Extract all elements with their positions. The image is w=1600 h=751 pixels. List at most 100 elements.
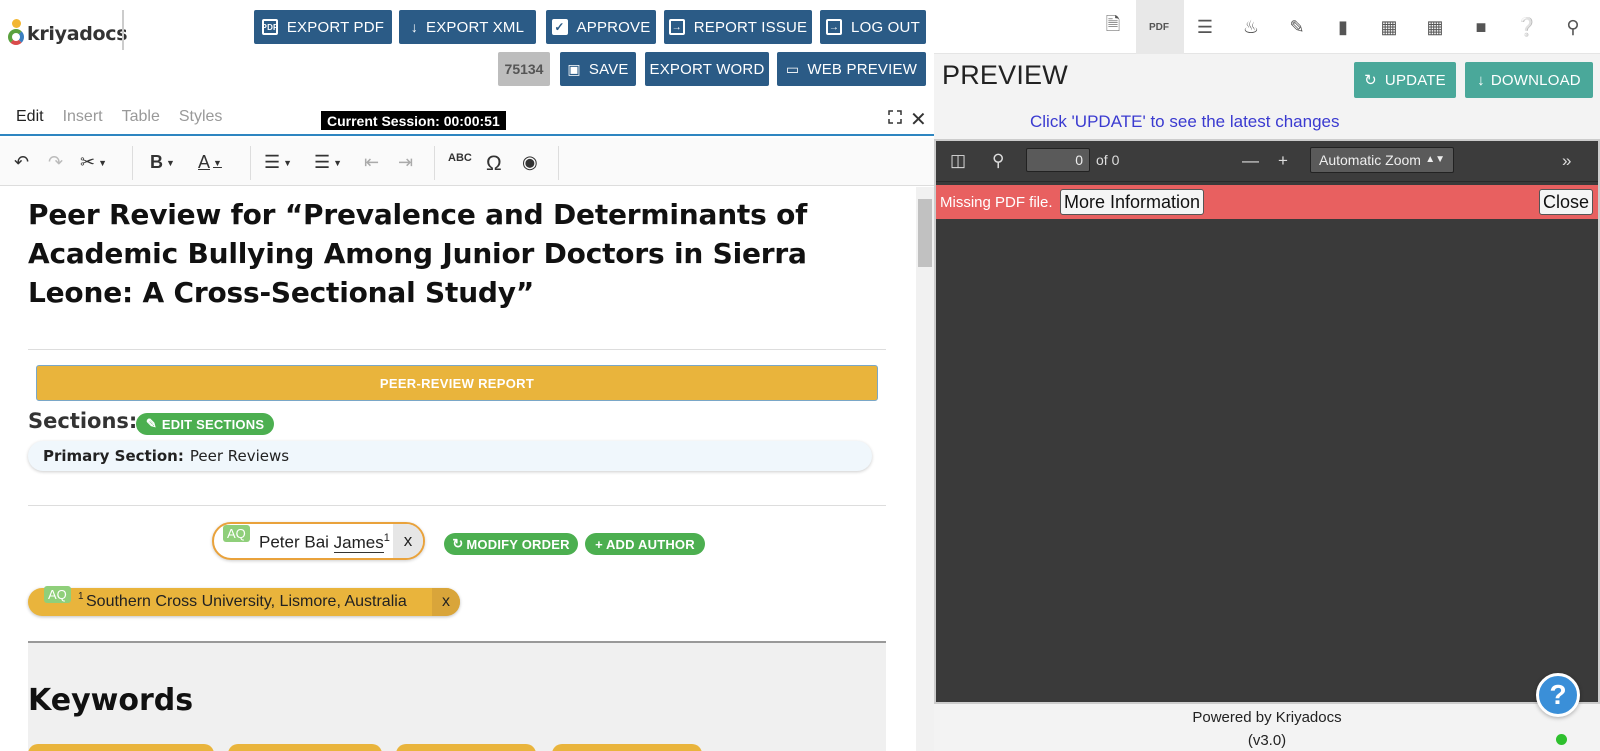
primary-section-row[interactable]: Primary Section: Peer Reviews: [28, 441, 872, 471]
laptop-icon: ▭: [785, 60, 800, 77]
undo-icon[interactable]: ↶: [14, 152, 29, 173]
close-icon[interactable]: ✕: [910, 107, 927, 132]
keyword-chip[interactable]: [28, 744, 214, 751]
chevron-updown-icon: ▲▼: [1425, 154, 1445, 165]
cut-icon[interactable]: ✂ ▼: [80, 152, 107, 173]
update-button[interactable]: ↻ UPDATE: [1354, 62, 1456, 98]
kriyadocs-logo: kriyadocs: [8, 14, 128, 54]
refresh-icon: ↻: [452, 536, 464, 551]
toolbar-separator: [132, 146, 133, 180]
primary-section-label: Primary Section:: [43, 447, 184, 465]
remove-affiliation-button[interactable]: x: [432, 588, 460, 616]
help-icon[interactable]: ❔: [1516, 16, 1538, 38]
affiliation-query-badge[interactable]: AQ: [44, 586, 71, 603]
arrow-down-icon: ↓: [410, 19, 419, 35]
spellcheck-icon[interactable]: ABC: [448, 152, 472, 164]
keyword-chip[interactable]: [396, 744, 536, 751]
notes-icon[interactable]: ✎: [1286, 16, 1308, 38]
checkbox-icon: ✓: [551, 19, 568, 35]
document-canvas[interactable]: Peer Review for “Prevalence and Determin…: [0, 187, 916, 751]
indent-icon[interactable]: ⇥: [398, 152, 413, 173]
sections-label: Sections:: [28, 409, 138, 433]
pdf-viewer: ◫ ⚲ 0 of 0 — + Automatic Zoom ▲▼ » Missin…: [934, 139, 1600, 704]
export-xml-label: EXPORT XML: [426, 18, 525, 36]
add-author-button[interactable]: + ADD AUTHOR: [585, 533, 705, 555]
table-icon[interactable]: ▦: [1424, 16, 1446, 38]
keywords-heading: Keywords: [28, 683, 194, 718]
edit-sections-label: EDIT SECTIONS: [161, 416, 265, 432]
tab-edit[interactable]: Edit: [16, 108, 44, 126]
download-label: DOWNLOAD: [1490, 71, 1581, 89]
document-scrollbar[interactable]: [916, 187, 934, 751]
approve-label: APPROVE: [576, 18, 651, 36]
tab-styles[interactable]: Styles: [179, 108, 223, 126]
list-icon[interactable]: ☰: [1194, 16, 1216, 38]
divider: [28, 505, 886, 506]
export-word-button[interactable]: EXPORT WORD: [645, 52, 769, 86]
folder-icon[interactable]: ■: [1470, 16, 1492, 38]
save-button[interactable]: ▣ SAVE: [560, 52, 636, 86]
divider: [28, 349, 886, 350]
special-char-icon[interactable]: Ω: [486, 152, 502, 176]
word-doc-icon[interactable]: 🗎: [1102, 14, 1124, 38]
affiliation-chip[interactable]: AQ 1 Southern Cross University, Lismore, …: [28, 586, 460, 616]
web-preview-label: WEB PREVIEW: [807, 60, 918, 78]
close-error-button[interactable]: Close: [1539, 189, 1594, 215]
report-icon: →: [668, 19, 685, 35]
bullet-list-icon[interactable]: ☰ ▼: [264, 152, 292, 173]
find-icon[interactable]: ⚲: [992, 151, 1004, 171]
search-icon[interactable]: ⚲: [1562, 16, 1584, 38]
export-xml-button[interactable]: ↓ EXPORT XML: [399, 10, 536, 44]
peer-review-report-bar[interactable]: PEER-REVIEW REPORT: [36, 365, 878, 401]
bold-icon[interactable]: B ▼: [150, 152, 175, 173]
affiliation-text[interactable]: 1 Southern Cross University, Lismore, Aus…: [78, 591, 407, 611]
author-chip[interactable]: AQ Peter Bai James1 x: [212, 522, 425, 560]
zoom-out-icon[interactable]: —: [1242, 151, 1259, 171]
tab-table[interactable]: Table: [122, 108, 160, 126]
book-icon[interactable]: ▮: [1332, 16, 1354, 38]
pdf-icon[interactable]: PDF: [1148, 16, 1170, 38]
text-color-icon[interactable]: A ▼: [198, 152, 222, 173]
sidebar-toggle-icon[interactable]: ◫: [950, 151, 966, 171]
page-number-input[interactable]: 0: [1026, 148, 1090, 172]
numbered-list-icon[interactable]: ☰ ▼: [314, 152, 342, 173]
update-hint: Click 'UPDATE' to see the latest changes: [1030, 112, 1340, 131]
author-affiliation-ref: 1: [383, 532, 390, 544]
powered-by: Powered by Kriyadocs: [1192, 709, 1342, 726]
outdent-icon[interactable]: ⇤: [364, 152, 379, 173]
toolbar-separator: [434, 146, 435, 180]
zoom-in-icon[interactable]: +: [1278, 151, 1288, 171]
author-name[interactable]: Peter Bai James1: [259, 532, 390, 553]
remove-author-button[interactable]: x: [393, 524, 423, 558]
more-information-button[interactable]: More Information: [1060, 189, 1205, 215]
bell-icon[interactable]: ♨: [1240, 16, 1262, 38]
redo-icon[interactable]: ↷: [48, 152, 63, 173]
modify-order-button[interactable]: ↻ MODIFY ORDER: [444, 533, 578, 555]
refresh-icon: ↻: [1364, 72, 1377, 89]
more-tools-icon[interactable]: »: [1562, 151, 1571, 171]
edit-sections-button[interactable]: ✎ EDIT SECTIONS: [136, 413, 274, 435]
report-issue-button[interactable]: → REPORT ISSUE: [664, 10, 812, 44]
preview-eye-icon[interactable]: ◉: [522, 152, 538, 173]
log-out-button[interactable]: → LOG OUT: [820, 10, 926, 44]
logo-mark-icon: [8, 19, 24, 49]
web-preview-button[interactable]: ▭ WEB PREVIEW: [777, 52, 926, 86]
author-query-badge[interactable]: AQ: [223, 525, 250, 542]
logo-divider: [122, 10, 124, 50]
image-icon[interactable]: ▦: [1378, 16, 1400, 38]
help-button[interactable]: ?: [1536, 673, 1580, 717]
log-out-label: LOG OUT: [851, 18, 920, 36]
zoom-value: Automatic Zoom: [1319, 152, 1421, 168]
fullscreen-icon[interactable]: [888, 110, 902, 124]
version: (v3.0): [1247, 732, 1287, 749]
scrollbar-thumb[interactable]: [918, 199, 932, 267]
tab-insert[interactable]: Insert: [63, 108, 103, 126]
approve-button[interactable]: ✓ APPROVE: [546, 10, 656, 44]
keyword-chip[interactable]: [552, 744, 702, 751]
article-title[interactable]: Peer Review for “Prevalence and Determin…: [28, 195, 898, 312]
export-pdf-button[interactable]: PDF EXPORT PDF: [254, 10, 392, 44]
keyword-chip[interactable]: [228, 744, 382, 751]
zoom-select[interactable]: Automatic Zoom ▲▼: [1310, 147, 1454, 173]
download-button[interactable]: ↓ DOWNLOAD: [1465, 62, 1593, 98]
right-icon-bar: 🗎 PDF ☰ ♨ ✎ ▮ ▦ ▦ ■ ❔ ⚲: [934, 0, 1600, 54]
